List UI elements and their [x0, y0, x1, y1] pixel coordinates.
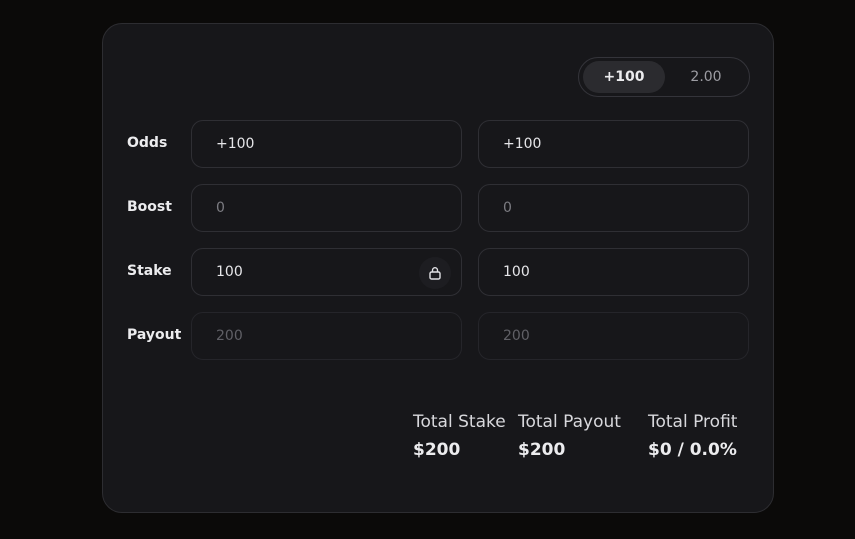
- total-profit-label: Total Profit: [648, 412, 738, 432]
- stake-input-2[interactable]: [479, 249, 748, 295]
- stake-field-2: [478, 248, 749, 296]
- lock-icon: [429, 267, 441, 280]
- odds-format-decimal[interactable]: 2.00: [665, 61, 747, 93]
- payout-input-1[interactable]: [192, 313, 461, 359]
- payout-input-2[interactable]: [479, 313, 748, 359]
- payout-field-2: [478, 312, 749, 360]
- odds-input-2[interactable]: [479, 121, 748, 167]
- boost-field-1: [191, 184, 462, 232]
- payout-field-1: [191, 312, 462, 360]
- stake-lock-button[interactable]: [419, 257, 451, 289]
- total-payout-value: $200: [518, 440, 566, 460]
- boost-label: Boost: [127, 199, 172, 215]
- odds-input-1[interactable]: [192, 121, 461, 167]
- calculator-card: +100 2.00 Odds Boost Stake Payout: [102, 23, 774, 513]
- payout-label: Payout: [127, 327, 182, 343]
- odds-field-2: [478, 120, 749, 168]
- odds-format-toggle: +100 2.00: [578, 57, 750, 97]
- boost-input-2[interactable]: [479, 185, 748, 231]
- total-stake-value: $200: [413, 440, 461, 460]
- total-profit-value: $0 / 0.0%: [648, 440, 737, 460]
- stake-field-1: [191, 248, 462, 296]
- total-stake-label: Total Stake: [413, 412, 506, 432]
- total-payout-label: Total Payout: [518, 412, 621, 432]
- odds-format-american[interactable]: +100: [583, 61, 665, 93]
- odds-label: Odds: [127, 135, 168, 151]
- boost-input-1[interactable]: [192, 185, 461, 231]
- boost-field-2: [478, 184, 749, 232]
- stake-label: Stake: [127, 263, 172, 279]
- odds-field-1: [191, 120, 462, 168]
